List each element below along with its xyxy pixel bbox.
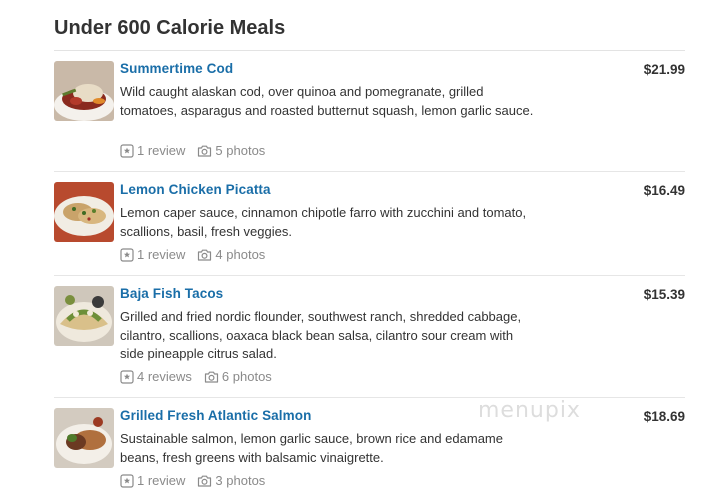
reviews-link[interactable]: 1 review bbox=[120, 143, 185, 158]
dish-meta: 1 review 3 photos bbox=[120, 473, 265, 488]
reviews-link[interactable]: 4 reviews bbox=[120, 369, 192, 384]
dish-photo[interactable] bbox=[54, 286, 114, 346]
dish-name-link[interactable]: Lemon Chicken Picatta bbox=[120, 182, 271, 197]
camera-icon bbox=[198, 475, 212, 487]
item-divider bbox=[54, 397, 685, 398]
camera-icon bbox=[198, 249, 212, 261]
section-title: Under 600 Calorie Meals bbox=[54, 17, 286, 39]
photos-count: 3 photos bbox=[215, 473, 266, 488]
item-divider bbox=[54, 275, 685, 276]
photos-link[interactable]: 4 photos bbox=[197, 247, 265, 262]
section-divider bbox=[54, 50, 685, 51]
dish-description: Sustainable salmon, lemon garlic sauce, … bbox=[120, 431, 503, 465]
dish-price: $15.39 bbox=[643, 287, 685, 302]
star-box-icon bbox=[120, 473, 134, 488]
photos-link[interactable]: 3 photos bbox=[197, 473, 265, 488]
item-divider bbox=[54, 171, 685, 172]
camera-icon bbox=[198, 145, 212, 157]
reviews-count: 1 review bbox=[137, 473, 186, 488]
dish-photo[interactable] bbox=[54, 408, 114, 468]
dish-photo[interactable] bbox=[54, 61, 114, 121]
dish-price: $18.69 bbox=[643, 409, 685, 424]
star-box-icon bbox=[120, 143, 134, 158]
reviews-count: 1 review bbox=[137, 247, 186, 262]
dish-price: $16.49 bbox=[643, 183, 685, 198]
star-box-icon bbox=[120, 369, 134, 384]
dish-description: Grilled and fried nordic flounder, south… bbox=[120, 309, 522, 361]
photos-count: 4 photos bbox=[215, 247, 266, 262]
photos-count: 6 photos bbox=[221, 369, 272, 384]
photos-link[interactable]: 6 photos bbox=[204, 369, 272, 384]
photos-count: 5 photos bbox=[215, 143, 266, 158]
dish-name-link[interactable]: Baja Fish Tacos bbox=[120, 286, 223, 301]
reviews-count: 1 review bbox=[137, 143, 186, 158]
reviews-count: 4 reviews bbox=[137, 369, 192, 384]
photos-link[interactable]: 5 photos bbox=[197, 143, 265, 158]
dish-meta: 4 reviews 6 photos bbox=[120, 369, 272, 384]
dish-photo[interactable] bbox=[54, 182, 114, 242]
watermark: menupix bbox=[478, 398, 581, 423]
dish-meta: 1 review 4 photos bbox=[120, 247, 265, 262]
reviews-link[interactable]: 1 review bbox=[120, 473, 185, 488]
dish-name-link[interactable]: Grilled Fresh Atlantic Salmon bbox=[120, 408, 311, 423]
dish-meta: 1 review 5 photos bbox=[120, 143, 265, 158]
dish-name-link[interactable]: Summertime Cod bbox=[120, 61, 233, 76]
dish-description: Lemon caper sauce, cinnamon chipotle far… bbox=[120, 205, 527, 239]
dish-price: $21.99 bbox=[643, 62, 685, 77]
star-box-icon bbox=[120, 247, 134, 262]
dish-description: Wild caught alaskan cod, over quinoa and… bbox=[120, 84, 534, 118]
reviews-link[interactable]: 1 review bbox=[120, 247, 185, 262]
camera-icon bbox=[204, 371, 219, 383]
